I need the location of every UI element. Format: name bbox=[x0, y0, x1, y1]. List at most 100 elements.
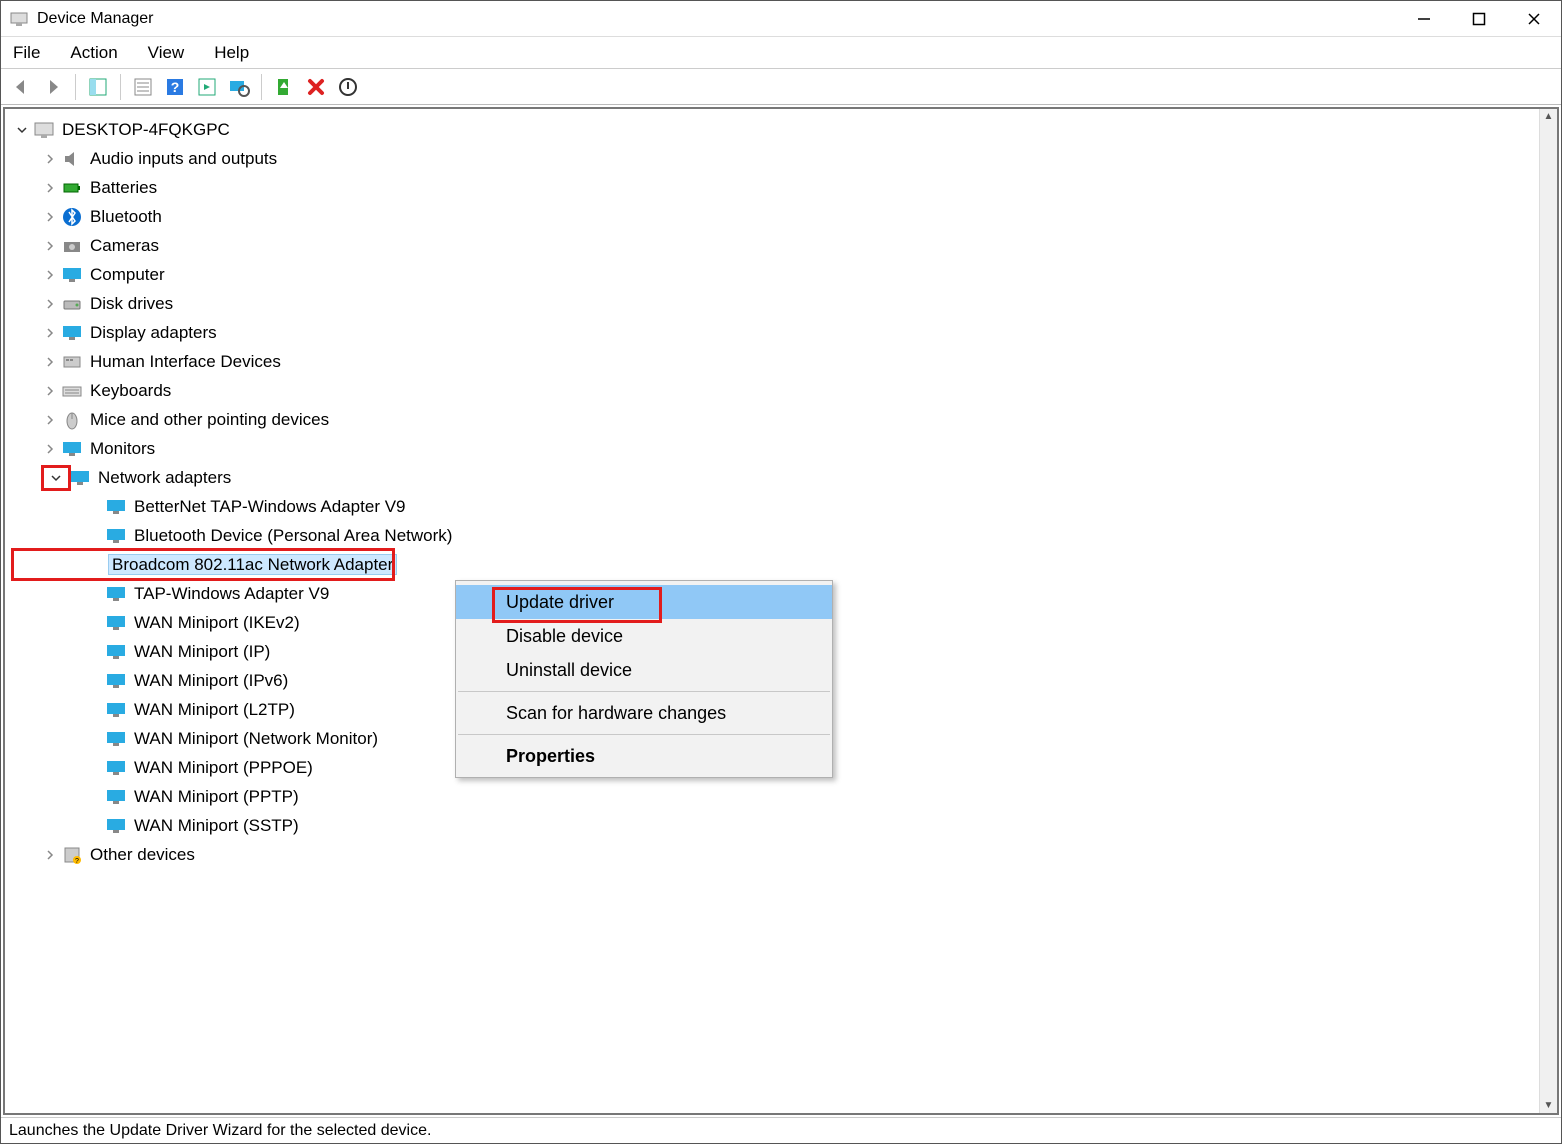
adapter-icon bbox=[105, 786, 127, 808]
adapter-icon bbox=[105, 641, 127, 663]
action-button[interactable] bbox=[193, 73, 221, 101]
tree-item-batteries[interactable]: Batteries bbox=[13, 173, 1539, 202]
chevron-right-icon[interactable] bbox=[41, 266, 59, 284]
ctx-scan-hardware[interactable]: Scan for hardware changes bbox=[456, 696, 832, 730]
chevron-right-icon[interactable] bbox=[41, 208, 59, 226]
window-controls bbox=[1396, 1, 1561, 37]
ctx-item-label: Uninstall device bbox=[506, 660, 632, 680]
show-hide-tree-button[interactable] bbox=[84, 73, 112, 101]
ctx-update-driver[interactable]: Update driver bbox=[456, 585, 832, 619]
status-text: Launches the Update Driver Wizard for th… bbox=[9, 1122, 431, 1140]
monitor-icon bbox=[61, 322, 83, 344]
chevron-right-icon[interactable] bbox=[41, 382, 59, 400]
chevron-right-icon[interactable] bbox=[41, 440, 59, 458]
tree-item-label: Mice and other pointing devices bbox=[87, 410, 332, 429]
close-button[interactable] bbox=[1506, 1, 1561, 37]
window-title: Device Manager bbox=[37, 10, 154, 28]
tree-item-network-child[interactable]: BetterNet TAP-Windows Adapter V9 bbox=[13, 492, 1539, 521]
chevron-right-icon[interactable] bbox=[41, 353, 59, 371]
tree-item-network-child[interactable]: WAN Miniport (SSTP) bbox=[13, 811, 1539, 840]
back-button[interactable] bbox=[7, 73, 35, 101]
ctx-disable-device[interactable]: Disable device bbox=[456, 619, 832, 653]
ctx-properties[interactable]: Properties bbox=[456, 739, 832, 773]
chevron-right-icon[interactable] bbox=[41, 324, 59, 342]
tree-item-label: WAN Miniport (IPv6) bbox=[131, 671, 291, 690]
uninstall-button[interactable] bbox=[302, 73, 330, 101]
help-button[interactable]: ? bbox=[161, 73, 189, 101]
tree-item-hid[interactable]: Human Interface Devices bbox=[13, 347, 1539, 376]
tree-item-network-child[interactable]: WAN Miniport (PPTP) bbox=[13, 782, 1539, 811]
tree-root[interactable]: DESKTOP-4FQKGPC bbox=[13, 115, 1539, 144]
battery-icon bbox=[61, 177, 83, 199]
adapter-icon bbox=[105, 670, 127, 692]
tree-item-audio[interactable]: Audio inputs and outputs bbox=[13, 144, 1539, 173]
adapter-icon bbox=[105, 583, 127, 605]
tree-item-label: Keyboards bbox=[87, 381, 174, 400]
adapter-icon bbox=[105, 728, 127, 750]
tree-item-label: WAN Miniport (PPTP) bbox=[131, 787, 302, 806]
chevron-down-icon[interactable] bbox=[41, 465, 71, 491]
properties-button[interactable] bbox=[129, 73, 157, 101]
menu-file[interactable]: File bbox=[9, 41, 44, 65]
scroll-down-icon[interactable]: ▼ bbox=[1544, 1100, 1554, 1111]
chevron-right-icon[interactable] bbox=[41, 295, 59, 313]
titlebar: Device Manager bbox=[1, 1, 1561, 37]
tree-item-other[interactable]: ? Other devices bbox=[13, 840, 1539, 869]
device-tree[interactable]: DESKTOP-4FQKGPC Audio inputs and outputs… bbox=[5, 109, 1539, 1113]
device-manager-window: Device Manager File Action View Help ? bbox=[0, 0, 1562, 1144]
toolbar-separator bbox=[261, 74, 262, 100]
bluetooth-icon bbox=[61, 206, 83, 228]
vertical-scrollbar[interactable]: ▲ ▼ bbox=[1539, 109, 1557, 1113]
speaker-icon bbox=[61, 148, 83, 170]
content-area: DESKTOP-4FQKGPC Audio inputs and outputs… bbox=[3, 107, 1559, 1115]
maximize-button[interactable] bbox=[1451, 1, 1506, 37]
menu-help[interactable]: Help bbox=[210, 41, 253, 65]
menu-view[interactable]: View bbox=[144, 41, 189, 65]
chevron-right-icon[interactable] bbox=[41, 237, 59, 255]
tree-item-display[interactable]: Display adapters bbox=[13, 318, 1539, 347]
tree-item-label: Other devices bbox=[87, 845, 198, 864]
disable-button[interactable] bbox=[334, 73, 362, 101]
tree-item-label: Disk drives bbox=[87, 294, 176, 313]
adapter-icon bbox=[105, 757, 127, 779]
tree-item-label: Bluetooth bbox=[87, 207, 165, 226]
tree-item-computer[interactable]: Computer bbox=[13, 260, 1539, 289]
tree-item-monitors[interactable]: Monitors bbox=[13, 434, 1539, 463]
forward-button[interactable] bbox=[39, 73, 67, 101]
tree-item-label: Computer bbox=[87, 265, 168, 284]
chevron-right-icon[interactable] bbox=[41, 179, 59, 197]
statusbar: Launches the Update Driver Wizard for th… bbox=[1, 1117, 1561, 1143]
tree-item-network[interactable]: Network adapters bbox=[13, 463, 1539, 492]
tree-item-label: WAN Miniport (Network Monitor) bbox=[131, 729, 381, 748]
tree-item-broadcom-adapter[interactable]: Broadcom 802.11ac Network Adapter bbox=[13, 550, 393, 579]
tree-item-cameras[interactable]: Cameras bbox=[13, 231, 1539, 260]
context-menu: Update driver Disable device Uninstall d… bbox=[455, 580, 833, 778]
context-menu-separator bbox=[458, 734, 830, 735]
chevron-right-icon[interactable] bbox=[41, 846, 59, 864]
tree-item-label: Broadcom 802.11ac Network Adapter bbox=[109, 555, 396, 574]
ctx-item-label: Disable device bbox=[506, 626, 623, 646]
tree-item-bluetooth[interactable]: Bluetooth bbox=[13, 202, 1539, 231]
ctx-uninstall-device[interactable]: Uninstall device bbox=[456, 653, 832, 687]
chevron-right-icon[interactable] bbox=[41, 411, 59, 429]
adapter-icon bbox=[105, 525, 127, 547]
tree-item-disk[interactable]: Disk drives bbox=[13, 289, 1539, 318]
tree-item-label: WAN Miniport (IP) bbox=[131, 642, 273, 661]
menu-action[interactable]: Action bbox=[66, 41, 121, 65]
tree-item-mice[interactable]: Mice and other pointing devices bbox=[13, 405, 1539, 434]
tree-item-keyboards[interactable]: Keyboards bbox=[13, 376, 1539, 405]
computer-icon bbox=[33, 119, 55, 141]
chevron-right-icon[interactable] bbox=[41, 150, 59, 168]
tree-item-network-child[interactable]: Bluetooth Device (Personal Area Network) bbox=[13, 521, 1539, 550]
tree-item-label: Display adapters bbox=[87, 323, 220, 342]
ctx-item-label: Properties bbox=[506, 746, 595, 766]
tree-item-label: Network adapters bbox=[95, 468, 234, 487]
tree-item-label: Audio inputs and outputs bbox=[87, 149, 280, 168]
scroll-up-icon[interactable]: ▲ bbox=[1544, 111, 1554, 122]
tree-item-label: BetterNet TAP-Windows Adapter V9 bbox=[131, 497, 409, 516]
scan-button[interactable] bbox=[225, 73, 253, 101]
minimize-button[interactable] bbox=[1396, 1, 1451, 37]
update-driver-button[interactable] bbox=[270, 73, 298, 101]
keyboard-icon bbox=[61, 380, 83, 402]
chevron-down-icon[interactable] bbox=[13, 121, 31, 139]
